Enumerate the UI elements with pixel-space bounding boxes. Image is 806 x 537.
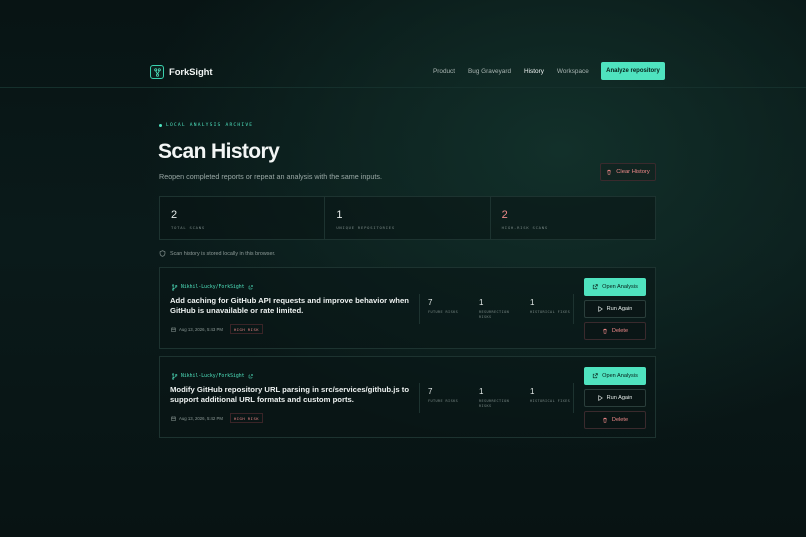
metric-label: RESURRECTION RISKS [479,399,510,408]
metric-historical-fixes: 1 HISTORICAL FIXES [530,298,570,315]
logo[interactable]: ForkSight [150,65,213,79]
play-icon [597,306,603,312]
delete-button[interactable]: Delete [584,322,646,340]
external-link-icon [592,284,598,290]
metric-label: HISTORICAL FIXES [530,310,571,314]
metric-value: 1 [530,298,535,307]
scan-card: Nikhil-Lucky/ForkSight Modify GitHub rep… [159,356,656,438]
stat-value: 2 [171,209,178,221]
stat-unique-repositories: 1 UNIQUE REPOSITORIES [325,197,491,239]
scan-card: Nikhil-Lucky/ForkSight Add caching for G… [159,267,656,349]
metric-value: 7 [428,298,433,307]
metric-value: 1 [479,298,484,307]
scan-title: Modify GitHub repository URL parsing in … [170,385,410,405]
metric-value: 1 [530,387,535,396]
top-navbar: ForkSight Product Bug Graveyard History … [0,52,806,88]
risk-badge: HIGH RISK [229,324,264,334]
repo-name: Nikhil-Lucky/ForkSight [181,374,245,379]
metric-value: 1 [479,387,484,396]
metric-label: RESURRECTION RISKS [479,310,510,319]
calendar-icon [171,327,176,332]
calendar-icon [171,416,176,421]
metric-label: HISTORICAL FIXES [530,399,571,403]
run-again-label: Run Again [606,395,633,401]
metric-resurrection-risks: 1 RESURRECTION RISKS [479,387,517,408]
stats-panel: 2 TOTAL SCANS 1 UNIQUE REPOSITORIES 2 HI… [159,196,656,240]
scan-actions: Open Analysis Run Again Delete [584,278,647,344]
metric-value: 7 [428,387,433,396]
page-subtitle: Reopen completed reports or repeat an an… [159,172,382,181]
trash-icon [606,169,612,175]
section-kicker: LOCAL ANALYSIS ARCHIVE [159,123,253,128]
stat-high-risk-scans: 2 HIGH-RISK SCANS [491,197,655,239]
shield-icon [159,250,166,257]
nav-link-bug-graveyard[interactable]: Bug Graveyard [468,68,511,75]
play-icon [597,395,603,401]
fork-logo-icon [150,65,164,79]
page-title: Scan History [158,140,280,163]
local-note-text: Scan history is stored locally in this b… [170,250,276,257]
external-link-icon [592,373,598,379]
open-analysis-button[interactable]: Open Analysis [584,278,646,296]
repo-link[interactable]: Nikhil-Lucky/ForkSight [171,284,253,291]
trash-icon [602,417,608,423]
scan-metrics: 7 FUTURE RISKS 1 RESURRECTION RISKS 1 HI… [419,294,574,324]
git-branch-icon [171,284,178,291]
delete-label: Delete [611,417,629,423]
risk-badge: HIGH RISK [229,413,264,423]
scan-meta: Aug 13, 2026, 5:43 PM HIGH RISK [171,324,264,334]
delete-label: Delete [611,328,629,334]
analyze-repository-button[interactable]: Analyze repository [601,62,665,80]
stat-total-scans: 2 TOTAL SCANS [160,197,326,239]
scan-timestamp: Aug 13, 2026, 5:42 PM [179,415,223,421]
metric-historical-fixes: 1 HISTORICAL FIXES [530,387,570,404]
local-storage-note: Scan history is stored locally in this b… [159,250,275,257]
metric-future-risks: 7 FUTURE RISKS [428,387,458,404]
stat-value: 1 [336,209,343,221]
metric-future-risks: 7 FUTURE RISKS [428,298,458,315]
scan-actions: Open Analysis Run Again Delete [584,367,647,433]
nav-link-history[interactable]: History [524,68,544,75]
external-link-icon [248,374,253,379]
nav-link-product[interactable]: Product [433,68,455,75]
open-analysis-label: Open Analysis [602,373,638,379]
metric-label: FUTURE RISKS [428,399,459,403]
run-again-button[interactable]: Run Again [584,300,646,318]
metric-resurrection-risks: 1 RESURRECTION RISKS [479,298,517,319]
scan-title: Add caching for GitHub API requests and … [170,296,409,316]
open-analysis-label: Open Analysis [602,284,638,290]
scan-metrics: 7 FUTURE RISKS 1 RESURRECTION RISKS 1 HI… [419,383,574,413]
git-branch-icon [171,373,178,380]
stat-value: 2 [501,209,508,221]
scan-timestamp: Aug 13, 2026, 5:43 PM [179,326,223,332]
delete-button[interactable]: Delete [584,411,646,429]
nav-link-workspace[interactable]: Workspace [557,68,589,75]
repo-name: Nikhil-Lucky/ForkSight [181,285,245,290]
metric-label: FUTURE RISKS [428,310,459,314]
repo-link[interactable]: Nikhil-Lucky/ForkSight [171,373,253,380]
clear-history-button[interactable]: Clear History [600,163,656,181]
stat-label: UNIQUE REPOSITORIES [336,225,395,230]
scan-meta: Aug 13, 2026, 5:42 PM HIGH RISK [171,413,264,423]
nav-links: Product Bug Graveyard History Workspace [433,68,602,75]
kicker-dot-icon [159,124,162,127]
open-analysis-button[interactable]: Open Analysis [584,367,646,385]
clear-history-label: Clear History [616,169,650,175]
trash-icon [602,328,608,334]
run-again-button[interactable]: Run Again [584,389,646,407]
run-again-label: Run Again [606,306,633,312]
external-link-icon [248,285,253,290]
stat-label: HIGH-RISK SCANS [501,225,548,230]
kicker-text: LOCAL ANALYSIS ARCHIVE [166,123,254,128]
logo-text: ForkSight [169,66,213,78]
stat-label: TOTAL SCANS [171,225,205,230]
